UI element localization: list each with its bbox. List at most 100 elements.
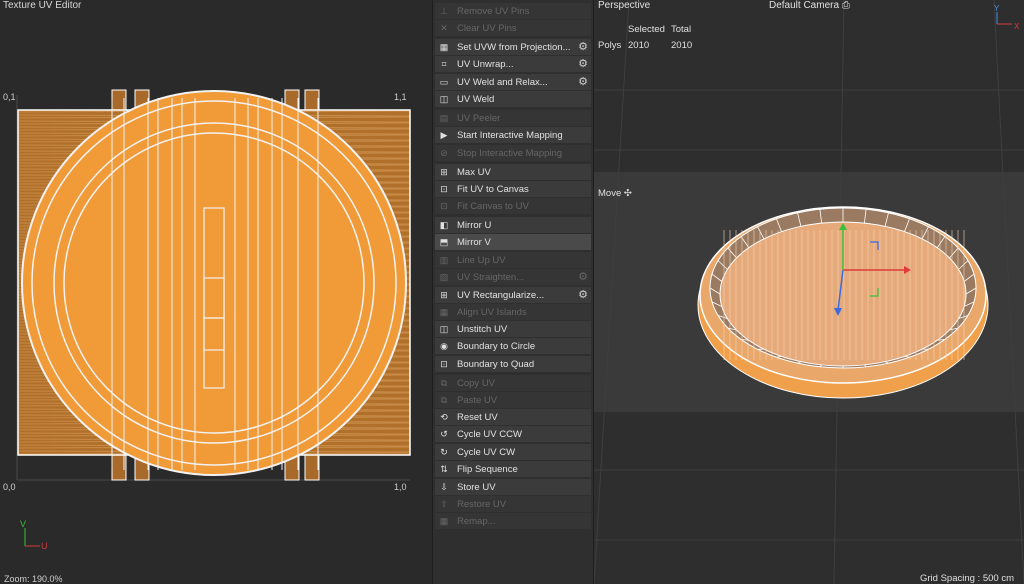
command-align-button: ▦ Align UV Islands [435,304,591,320]
command-remap-button: ▦ Remap... [435,513,591,529]
fit-canvas-icon: ⊡ [440,200,448,211]
rectangularize-icon: ⊞ [440,289,448,300]
align-icon: ▦ [439,306,449,317]
stats-header-selected: Selected [628,24,665,35]
flip-icon: ⇅ [440,463,448,474]
command-pin-button: ⊥ Remove UV Pins [435,3,591,19]
command-restore-button: ⇧ Restore UV [435,496,591,512]
straighten-icon: ▧ [439,271,449,282]
stop-icon: ⊘ [440,147,448,158]
command-label: Restore UV [457,498,507,510]
gear-icon[interactable]: ⚙ [577,76,589,88]
command-unwrap-button[interactable]: ⌗ UV Unwrap... ⚙ [435,56,591,72]
gear-icon[interactable]: ⚙ [577,289,589,301]
fit-uv-icon: ⊡ [440,183,448,194]
command-label: UV Rectangularize... [457,289,545,301]
uv-editor-title: Texture UV Editor [3,0,82,11]
command-copy-button: ⧉ Copy UV [435,375,591,391]
tool-label: Move [598,188,622,199]
camera-label: Default Camera [769,0,840,11]
command-quad-button[interactable]: ⊡ Boundary to Quad [435,356,591,372]
command-label: Start Interactive Mapping [457,129,563,141]
stats-header-total: Total [671,24,692,35]
command-flip-button[interactable]: ⇅ Flip Sequence [435,461,591,477]
uv-corner-top-left: 0,1 [3,92,16,102]
command-line-up-button: ▥ Line Up UV [435,252,591,268]
command-label: Copy UV [457,377,496,389]
store-icon: ⇩ [440,481,448,492]
command-reset-button[interactable]: ⟲ Reset UV [435,409,591,425]
command-label: Max UV [457,166,491,178]
command-label: Fit Canvas to UV [457,200,529,212]
command-label: Boundary to Quad [457,358,535,370]
command-play-button[interactable]: ▶ Start Interactive Mapping [435,127,591,143]
remap-icon: ▦ [439,515,449,526]
viewport-canvas[interactable] [594,0,1024,584]
command-label: UV Unwrap... [457,58,514,70]
command-label: Align UV Islands [457,306,527,318]
command-projection-button[interactable]: ▦ Set UVW from Projection... ⚙ [435,39,591,55]
mirror-u-icon: ◧ [439,219,449,230]
command-mirror-v-button[interactable]: ⬒ Mirror V [435,234,591,250]
command-unstitch-button[interactable]: ◫ Unstitch UV [435,321,591,337]
cycle-cw-icon: ↻ [440,446,448,457]
view-axis-x-label: X [1014,22,1020,31]
command-weld-button[interactable]: ◫ UV Weld [435,91,591,107]
stats-selected-value: 2010 [628,40,650,51]
play-icon: ▶ [440,129,448,140]
close-icon: ✕ [440,22,448,33]
uv-canvas[interactable] [0,0,432,584]
unwrap-icon: ⌗ [441,58,447,69]
command-stop-button: ⊘ Stop Interactive Mapping [435,145,591,161]
unstitch-icon: ◫ [439,323,449,334]
command-store-button[interactable]: ⇩ Store UV [435,479,591,495]
command-fit-canvas-button: ⊡ Fit Canvas to UV [435,198,591,214]
gear-icon[interactable]: ⚙ [577,41,589,53]
camera-selector[interactable]: Default Camera ⎙ [769,0,850,11]
command-cycle-cw-button[interactable]: ↻ Cycle UV CW [435,444,591,460]
command-label: Mirror V [457,236,491,248]
weld-relax-icon: ▭ [439,76,449,87]
line-up-icon: ▥ [439,254,449,265]
uv-commands-panel: ⊥ Remove UV Pins ✕ Clear UV Pins ▦ Set UVW fr… [432,0,594,584]
cycle-ccw-icon: ↺ [440,428,448,439]
move-icon: ✣ [623,188,632,199]
uv-corner-bottom-left: 0,0 [3,482,16,492]
gear-icon[interactable]: ⚙ [577,58,589,70]
command-cycle-ccw-button[interactable]: ↺ Cycle UV CCW [435,426,591,442]
command-fit-uv-button[interactable]: ⊡ Fit UV to Canvas [435,181,591,197]
command-mirror-u-button[interactable]: ◧ Mirror U [435,217,591,233]
gear-icon: ⚙ [578,271,588,283]
uv-circle-island [21,90,407,476]
uv-editor-panel[interactable]: Texture UV Editor 0,1 1,1 0,0 1,0 V U Zo… [0,0,432,584]
stats-total-value: 2010 [671,40,693,51]
mirror-v-icon: ⬒ [439,236,449,247]
uv-corner-bottom-right: 1,0 [394,482,407,492]
command-rectangularize-button[interactable]: ⊞ UV Rectangularize... ⚙ [435,287,591,303]
command-max-uv-button[interactable]: ⊞ Max UV [435,164,591,180]
camera-lock-icon[interactable]: ⎙ [842,0,850,11]
command-label: Cycle UV CCW [457,428,522,440]
peeler-icon: ▤ [439,112,449,123]
paste-icon: ⧉ [440,394,448,405]
command-label: Boundary to Circle [457,340,536,352]
command-label: Stop Interactive Mapping [457,147,563,159]
reset-icon: ⟲ [440,411,448,422]
command-label: Cycle UV CW [457,446,516,458]
command-weld-relax-button[interactable]: ▭ UV Weld and Relax... ⚙ [435,74,591,90]
command-label: UV Peeler [457,112,501,124]
quad-icon: ⊡ [440,358,448,369]
view-axis-y-label: Y [994,4,1000,13]
command-label: Clear UV Pins [457,22,517,34]
restore-icon: ⇧ [440,498,448,509]
grid-spacing-readout: Grid Spacing : 500 cm [920,573,1014,584]
active-tool: Move ✣ [598,188,632,199]
uv-axis-u-label: U [41,541,48,551]
command-circle-button[interactable]: ◉ Boundary to Circle [435,338,591,354]
perspective-viewport[interactable]: Perspective Default Camera ⎙ Selected To… [594,0,1024,584]
zoom-readout: Zoom: 190.0% [4,574,63,584]
command-paste-button: ⧉ Paste UV [435,392,591,408]
viewport-title: Perspective [598,0,651,11]
command-label: Line Up UV [457,254,506,266]
command-straighten-button: ▧ UV Straighten... ⚙ [435,269,591,285]
